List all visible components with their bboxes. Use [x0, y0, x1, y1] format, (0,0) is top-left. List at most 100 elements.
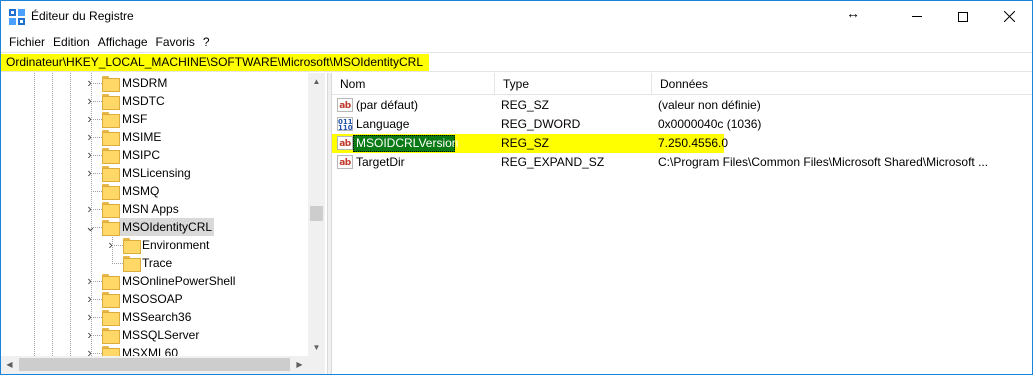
tree-connector-line: [112, 263, 123, 264]
scroll-up-arrow-icon[interactable]: ▲: [308, 73, 325, 90]
tree-item[interactable]: Trace: [1, 254, 308, 272]
value-row[interactable]: ab MSOIDCRLVersion REG_SZ 7.250.4556.0: [332, 134, 1032, 153]
tree-item-label: MSN Apps: [122, 202, 179, 216]
tree-horizontal-scrollbar[interactable]: ◀ ▶: [1, 356, 325, 374]
value-data: C:\Program Files\Common Files\Microsoft …: [658, 155, 989, 169]
tree-item-label: MSF: [122, 112, 148, 126]
tree-item[interactable]: › MSDRM: [1, 74, 308, 92]
tree-item[interactable]: › MSF: [1, 110, 308, 128]
column-header-data[interactable]: Données: [652, 73, 992, 95]
scroll-right-arrow-icon[interactable]: ▶: [291, 356, 308, 373]
folder-icon: [102, 328, 120, 344]
tree-item-label: MSOSOAP: [122, 292, 183, 306]
tree-item[interactable]: › MSLicensing: [1, 164, 308, 182]
tree-item[interactable]: › MSSQLServer: [1, 326, 308, 344]
address-path[interactable]: Ordinateur\HKEY_LOCAL_MACHINE\SOFTWARE\M…: [1, 54, 429, 71]
minimize-button[interactable]: [894, 1, 940, 32]
resize-arrows-icon: ↔: [846, 5, 860, 21]
tree-item[interactable]: ⌄ MSOIdentityCRL: [1, 218, 308, 236]
folder-icon: [102, 76, 120, 92]
tree-item[interactable]: › MSDTC: [1, 92, 308, 110]
folder-icon: [102, 184, 120, 200]
tree-item[interactable]: › Environment: [1, 236, 308, 254]
tree-item-label: MSSearch36: [122, 310, 192, 324]
folder-icon: [102, 166, 120, 182]
value-row[interactable]: ab TargetDir REG_EXPAND_SZ C:\Program Files…: [332, 153, 1032, 172]
scroll-left-arrow-icon[interactable]: ◀: [1, 356, 18, 373]
value-name: MSOIDCRLVersion: [356, 136, 459, 150]
folder-icon: [102, 220, 120, 236]
scrollbar-thumb[interactable]: [310, 206, 323, 221]
expand-chevron-icon[interactable]: ›: [85, 74, 94, 92]
tree-item[interactable]: › MSN Apps: [1, 200, 308, 218]
expand-chevron-icon[interactable]: ›: [85, 92, 94, 110]
value-row[interactable]: 011 110 Language REG_DWORD 0x0000040c (1036): [332, 115, 1032, 134]
menu-help[interactable]: ?: [199, 32, 214, 52]
tree-item[interactable]: › MSOnlinePowerShell: [1, 272, 308, 290]
expand-chevron-icon[interactable]: ›: [85, 272, 94, 290]
address-bar[interactable]: Ordinateur\HKEY_LOCAL_MACHINE\SOFTWARE\M…: [1, 52, 1032, 72]
close-button[interactable]: [986, 1, 1032, 32]
menu-edition[interactable]: Edition: [49, 32, 94, 52]
folder-icon: [102, 130, 120, 146]
tree-item-label: MSIME: [122, 130, 162, 144]
expand-chevron-icon[interactable]: ›: [85, 200, 94, 218]
expand-chevron-icon[interactable]: ›: [85, 110, 94, 128]
values-list[interactable]: Nom Type Données ab (par défaut) REG_SZ (va…: [332, 73, 1032, 374]
value-data: (valeur non définie): [658, 98, 761, 112]
window-title: Éditeur du Registre: [31, 9, 134, 23]
maximize-button[interactable]: [940, 1, 986, 32]
folder-icon: [102, 148, 120, 164]
tree-item[interactable]: MSMQ: [1, 182, 308, 200]
collapse-chevron-icon[interactable]: ⌄: [85, 218, 96, 236]
value-row[interactable]: ab (par défaut) REG_SZ (valeur non définie): [332, 96, 1032, 115]
tree-item[interactable]: › MSSearch36: [1, 308, 308, 326]
tree-item-label: MSDTC: [122, 94, 165, 108]
tree-vertical-scrollbar[interactable]: ▲ ▼: [308, 73, 325, 356]
value-type: REG_SZ: [501, 98, 550, 112]
tree-item[interactable]: › MSOSOAP: [1, 290, 308, 308]
column-header-type[interactable]: Type: [495, 73, 652, 95]
key-tree[interactable]: › MSDRM › MSDTC › MSF › MSIME › MSIPC › MSLicensing…: [1, 73, 327, 374]
folder-icon: [102, 274, 120, 290]
menu-favoris[interactable]: Favoris: [152, 32, 199, 52]
column-header-name[interactable]: Nom: [332, 73, 495, 95]
menu-bar: Fichier Edition Affichage Favoris ?: [1, 32, 1032, 52]
scroll-down-arrow-icon[interactable]: ▼: [308, 339, 325, 356]
value-name: (par défaut): [356, 98, 419, 112]
value-type: REG_DWORD: [501, 117, 581, 131]
tree-item[interactable]: › MSIPC: [1, 146, 308, 164]
tree-item-label: MSOIdentityCRL: [122, 220, 213, 234]
menu-fichier[interactable]: Fichier: [5, 32, 49, 52]
title-bar[interactable]: Éditeur du Registre ↔: [1, 1, 1032, 32]
expand-chevron-icon[interactable]: ›: [85, 290, 94, 308]
close-icon: [1003, 11, 1015, 22]
expand-chevron-icon[interactable]: ›: [85, 326, 94, 344]
registry-app-icon: [9, 9, 25, 25]
expand-chevron-icon[interactable]: ›: [85, 128, 94, 146]
tree-item-label: Trace: [142, 256, 173, 270]
tree-item[interactable]: › MSIME: [1, 128, 308, 146]
scrollbar-thumb[interactable]: [19, 358, 290, 371]
expand-chevron-icon[interactable]: ›: [85, 164, 94, 182]
tree-connector-line: [91, 191, 102, 192]
expand-chevron-icon[interactable]: ›: [85, 146, 94, 164]
tree-item-label: Environment: [142, 238, 210, 252]
folder-icon: [102, 292, 120, 308]
value-name: Language: [356, 117, 410, 131]
folder-icon: [102, 202, 120, 218]
value-name: TargetDir: [356, 155, 405, 169]
folder-icon: [102, 310, 120, 326]
value-type: REG_SZ: [501, 136, 550, 150]
menu-affichage[interactable]: Affichage: [94, 32, 152, 52]
expand-chevron-icon[interactable]: ›: [85, 308, 94, 326]
folder-icon: [102, 112, 120, 128]
expand-chevron-icon[interactable]: ›: [106, 236, 115, 254]
dword-value-icon: 011 110: [337, 117, 353, 132]
tree-item-label: MSOnlinePowerShell: [122, 274, 236, 288]
tree-item-label: MSIPC: [122, 148, 161, 162]
value-data: 0x0000040c (1036): [658, 117, 762, 131]
tree-item-label: MSSQLServer: [122, 328, 200, 342]
list-header: Nom Type Données: [332, 73, 1032, 95]
registry-editor-window: Éditeur du Registre ↔ Fichier Edition Af…: [0, 0, 1033, 375]
